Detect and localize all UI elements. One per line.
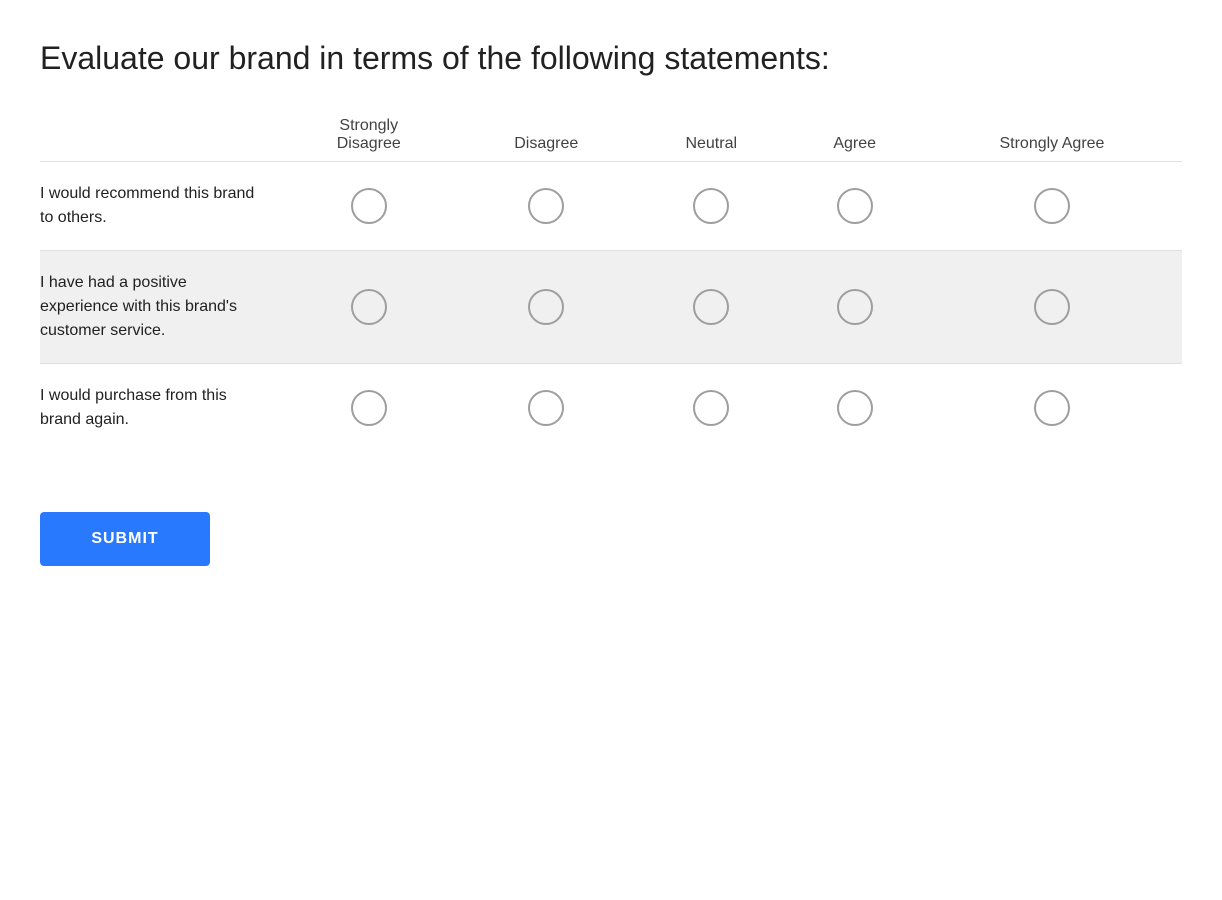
col-header-strongly-agree: Strongly Agree	[922, 109, 1182, 162]
col-header-neutral: Neutral	[635, 109, 787, 162]
cell-row1-agree	[787, 162, 922, 251]
cell-row2-disagree	[458, 251, 636, 364]
radio-row1-strongly-agree[interactable]	[1034, 188, 1070, 224]
radio-row2-strongly-agree[interactable]	[1034, 289, 1070, 325]
cell-row3-strongly-agree	[922, 364, 1182, 453]
radio-row3-agree[interactable]	[837, 390, 873, 426]
col-header-agree: Agree	[787, 109, 922, 162]
survey-table: StronglyDisagree Disagree Neutral Agree …	[40, 109, 1182, 452]
col-header-statement	[40, 109, 280, 162]
cell-row3-strongly-disagree	[280, 364, 458, 453]
page-title: Evaluate our brand in terms of the follo…	[40, 40, 1182, 77]
survey-row-1: I would recommend this brand to others.	[40, 162, 1182, 251]
survey-row-3: I would purchase from this brand again.	[40, 364, 1182, 453]
cell-row2-strongly-agree	[922, 251, 1182, 364]
cell-row2-neutral	[635, 251, 787, 364]
cell-row1-strongly-agree	[922, 162, 1182, 251]
radio-row3-disagree[interactable]	[528, 390, 564, 426]
cell-row3-neutral	[635, 364, 787, 453]
col-header-disagree: Disagree	[458, 109, 636, 162]
radio-row1-strongly-disagree[interactable]	[351, 188, 387, 224]
radio-row2-agree[interactable]	[837, 289, 873, 325]
radio-row2-neutral[interactable]	[693, 289, 729, 325]
statement-3: I would purchase from this brand again.	[40, 364, 280, 453]
cell-row2-agree	[787, 251, 922, 364]
submit-button[interactable]: SUBMIT	[40, 512, 210, 566]
radio-row3-neutral[interactable]	[693, 390, 729, 426]
cell-row1-strongly-disagree	[280, 162, 458, 251]
survey-row-2: I have had a positive experience with th…	[40, 251, 1182, 364]
radio-row2-strongly-disagree[interactable]	[351, 289, 387, 325]
statement-2: I have had a positive experience with th…	[40, 251, 280, 364]
radio-row2-disagree[interactable]	[528, 289, 564, 325]
radio-row3-strongly-disagree[interactable]	[351, 390, 387, 426]
cell-row3-agree	[787, 364, 922, 453]
radio-row1-agree[interactable]	[837, 188, 873, 224]
col-header-strongly-disagree: StronglyDisagree	[280, 109, 458, 162]
statement-1: I would recommend this brand to others.	[40, 162, 280, 251]
cell-row2-strongly-disagree	[280, 251, 458, 364]
cell-row3-disagree	[458, 364, 636, 453]
radio-row1-disagree[interactable]	[528, 188, 564, 224]
radio-row3-strongly-agree[interactable]	[1034, 390, 1070, 426]
cell-row1-disagree	[458, 162, 636, 251]
cell-row1-neutral	[635, 162, 787, 251]
radio-row1-neutral[interactable]	[693, 188, 729, 224]
